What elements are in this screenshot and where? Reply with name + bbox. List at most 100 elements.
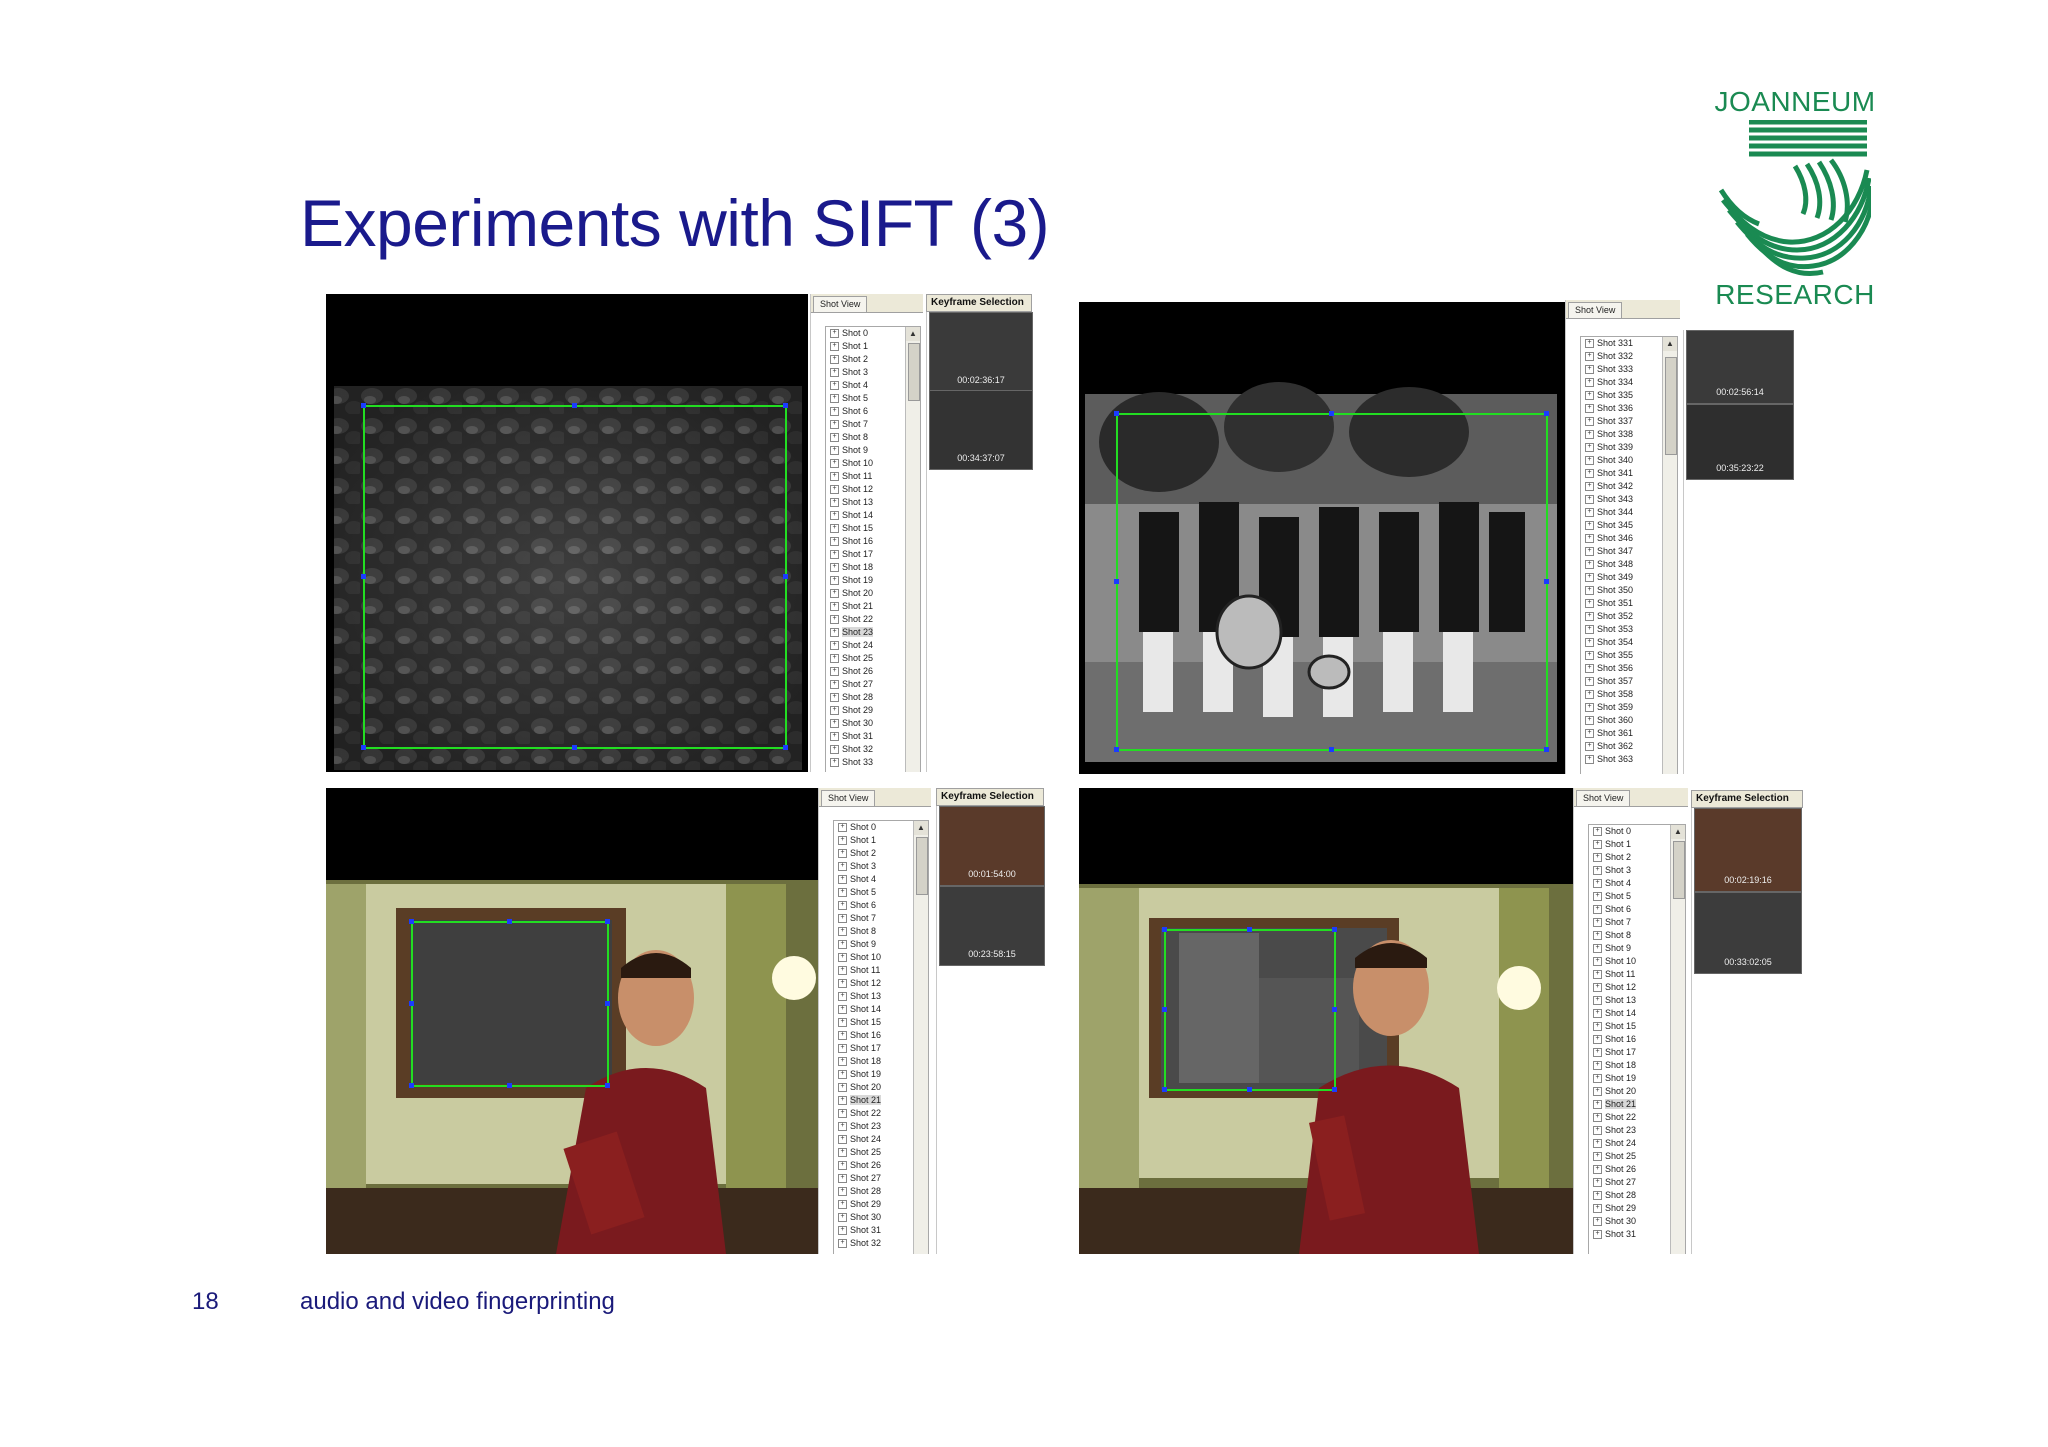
expand-plus-icon[interactable]: + [1585,547,1594,557]
expand-plus-icon[interactable]: + [1593,1126,1602,1136]
expand-plus-icon[interactable]: + [1593,1009,1602,1019]
expand-plus-icon[interactable]: + [1585,690,1594,700]
expand-plus-icon[interactable]: + [830,485,839,495]
expand-plus-icon[interactable]: + [1585,625,1594,635]
scroll-thumb[interactable] [908,343,920,401]
expand-plus-icon[interactable]: + [1585,404,1594,414]
scroll-up-arrow-icon[interactable]: ▲ [906,327,920,341]
shot-tree-scrollbar[interactable]: ▲ [905,327,920,772]
expand-plus-icon[interactable]: + [1593,866,1602,876]
expand-plus-icon[interactable]: + [830,472,839,482]
tab-shot-view[interactable]: Shot View [1576,790,1631,806]
expand-plus-icon[interactable]: + [1585,638,1594,648]
expand-plus-icon[interactable]: + [830,745,839,755]
shot-tree-scrollbar[interactable]: ▲ [913,821,928,1254]
expand-plus-icon[interactable]: + [838,914,847,924]
expand-plus-icon[interactable]: + [830,758,839,768]
expand-plus-icon[interactable]: + [830,615,839,625]
expand-plus-icon[interactable]: + [830,355,839,365]
expand-plus-icon[interactable]: + [830,719,839,729]
expand-plus-icon[interactable]: + [838,1070,847,1080]
keyframe-thumbnail[interactable]: 00:01:54:00 [939,806,1045,886]
expand-plus-icon[interactable]: + [830,680,839,690]
expand-plus-icon[interactable]: + [838,992,847,1002]
expand-plus-icon[interactable]: + [830,641,839,651]
expand-plus-icon[interactable]: + [1585,430,1594,440]
expand-plus-icon[interactable]: + [838,940,847,950]
expand-plus-icon[interactable]: + [830,654,839,664]
expand-plus-icon[interactable]: + [1585,508,1594,518]
scroll-thumb[interactable] [1665,357,1677,455]
keyframe-thumbnail[interactable]: 00:33:02:05 [1694,892,1802,974]
expand-plus-icon[interactable]: + [1593,840,1602,850]
expand-plus-icon[interactable]: + [1593,996,1602,1006]
expand-plus-icon[interactable]: + [830,602,839,612]
expand-plus-icon[interactable]: + [838,1096,847,1106]
expand-plus-icon[interactable]: + [830,511,839,521]
tab-shot-view[interactable]: Shot View [1568,302,1623,318]
expand-plus-icon[interactable]: + [838,1174,847,1184]
expand-plus-icon[interactable]: + [830,628,839,638]
expand-plus-icon[interactable]: + [1585,352,1594,362]
expand-plus-icon[interactable]: + [1585,534,1594,544]
expand-plus-icon[interactable]: + [1593,1113,1602,1123]
expand-plus-icon[interactable]: + [1585,742,1594,752]
keyframe-selection-header[interactable]: Keyframe Selection [926,294,1032,312]
expand-plus-icon[interactable]: + [838,1187,847,1197]
expand-plus-icon[interactable]: + [838,849,847,859]
expand-plus-icon[interactable]: + [1585,599,1594,609]
expand-plus-icon[interactable]: + [830,667,839,677]
shot-tree-scrollbar[interactable]: ▲ [1670,825,1685,1254]
expand-plus-icon[interactable]: + [838,1044,847,1054]
scroll-thumb[interactable] [916,837,928,895]
expand-plus-icon[interactable]: + [838,1226,847,1236]
expand-plus-icon[interactable]: + [830,550,839,560]
expand-plus-icon[interactable]: + [1593,1191,1602,1201]
expand-plus-icon[interactable]: + [1593,1230,1602,1240]
keyframe-selection-header[interactable]: Keyframe Selection [936,788,1044,806]
keyframe-thumbnail[interactable]: 00:34:37:07 [929,390,1033,470]
expand-plus-icon[interactable]: + [838,862,847,872]
expand-plus-icon[interactable]: + [1585,482,1594,492]
expand-plus-icon[interactable]: + [1585,560,1594,570]
expand-plus-icon[interactable]: + [830,706,839,716]
expand-plus-icon[interactable]: + [838,875,847,885]
expand-plus-icon[interactable]: + [838,1018,847,1028]
expand-plus-icon[interactable]: + [1593,879,1602,889]
expand-plus-icon[interactable]: + [1585,521,1594,531]
expand-plus-icon[interactable]: + [1585,716,1594,726]
expand-plus-icon[interactable]: + [830,329,839,339]
expand-plus-icon[interactable]: + [1593,1074,1602,1084]
expand-plus-icon[interactable]: + [838,1161,847,1171]
expand-plus-icon[interactable]: + [830,381,839,391]
expand-plus-icon[interactable]: + [1585,612,1594,622]
expand-plus-icon[interactable]: + [1585,755,1594,765]
scroll-thumb[interactable] [1673,841,1685,899]
expand-plus-icon[interactable]: + [830,368,839,378]
expand-plus-icon[interactable]: + [830,433,839,443]
expand-plus-icon[interactable]: + [1585,664,1594,674]
expand-plus-icon[interactable]: + [838,953,847,963]
expand-plus-icon[interactable]: + [1593,918,1602,928]
expand-plus-icon[interactable]: + [838,1083,847,1093]
expand-plus-icon[interactable]: + [1593,1152,1602,1162]
expand-plus-icon[interactable]: + [830,524,839,534]
expand-plus-icon[interactable]: + [1585,573,1594,583]
scroll-up-arrow-icon[interactable]: ▲ [1663,337,1677,351]
expand-plus-icon[interactable]: + [1593,1178,1602,1188]
tab-shot-view[interactable]: Shot View [821,790,876,806]
expand-plus-icon[interactable]: + [1593,931,1602,941]
expand-plus-icon[interactable]: + [1585,456,1594,466]
expand-plus-icon[interactable]: + [1593,1087,1602,1097]
expand-plus-icon[interactable]: + [830,394,839,404]
expand-plus-icon[interactable]: + [1585,378,1594,388]
expand-plus-icon[interactable]: + [838,1200,847,1210]
expand-plus-icon[interactable]: + [838,1148,847,1158]
expand-plus-icon[interactable]: + [1593,1217,1602,1227]
expand-plus-icon[interactable]: + [1593,1035,1602,1045]
expand-plus-icon[interactable]: + [1593,853,1602,863]
expand-plus-icon[interactable]: + [1593,1204,1602,1214]
expand-plus-icon[interactable]: + [838,1005,847,1015]
keyframe-thumbnail[interactable]: 00:23:58:15 [939,886,1045,966]
expand-plus-icon[interactable]: + [830,420,839,430]
